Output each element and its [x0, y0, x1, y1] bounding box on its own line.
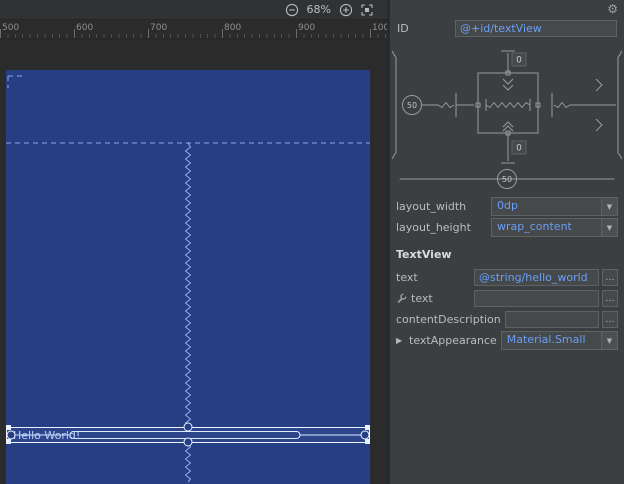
chevron-down-icon[interactable]: ▼	[601, 198, 617, 215]
constraint-widget[interactable]: 50 0 0 50	[390, 41, 624, 193]
content-description-input[interactable]	[504, 311, 599, 328]
zoom-level: 68%	[306, 3, 331, 16]
zoom-to-fit-button[interactable]	[361, 3, 373, 16]
widget-box	[477, 72, 539, 134]
bottom-constraint-spring	[184, 442, 192, 483]
layout-editor-window: 68% 500 600 700 800 900 100 Hello World!…	[0, 0, 624, 484]
id-label: ID	[397, 21, 409, 35]
left-spring	[437, 101, 455, 109]
ruler-tick-label: 800	[224, 23, 242, 33]
design-canvas[interactable]: Hello World!	[0, 40, 387, 484]
zoom-to-fit-icon	[361, 3, 373, 16]
text-attribute-input[interactable]	[474, 269, 599, 286]
right-chevron	[595, 78, 603, 92]
layout-width-combo[interactable]: 0dp ▼	[491, 197, 618, 216]
bottom-anchor[interactable]	[183, 437, 193, 447]
design-surface-pane: 68% 500 600 700 800 900 100 Hello World!	[0, 0, 389, 484]
content-description-row: contentDescription …	[390, 309, 624, 330]
layout-width-value: 0dp	[497, 199, 518, 212]
design-text-attribute-input[interactable]	[474, 290, 599, 307]
design-text-attribute-label: text	[411, 292, 433, 305]
canvas-toolbar: 68%	[0, 0, 387, 20]
resize-handle[interactable]	[365, 425, 370, 430]
circle-minus-icon	[285, 3, 298, 16]
wrap-content-chevron	[502, 78, 514, 85]
layout-height-combo[interactable]: wrap_content ▼	[491, 218, 618, 237]
content-description-label: contentDescription	[396, 313, 501, 326]
circle-plus-icon	[339, 3, 353, 16]
id-row: ID	[390, 18, 624, 38]
resize-handle[interactable]	[6, 425, 11, 430]
expander-icon[interactable]: ▶	[396, 336, 405, 345]
content-description-more-button[interactable]: …	[602, 311, 618, 328]
ruler-tick-label: 500	[2, 23, 20, 33]
horizontal-ruler: 500 600 700 800 900 100	[0, 20, 389, 39]
widget-text: Hello World!	[13, 429, 80, 442]
wrench-icon	[397, 293, 407, 304]
match-constraint-spring	[485, 101, 531, 109]
top-constraint-spring	[184, 142, 192, 427]
left-anchor[interactable]	[6, 430, 16, 440]
zoom-out-button[interactable]	[285, 3, 299, 17]
design-text-attribute-row: text …	[390, 288, 624, 309]
ruler-tick-label: 900	[298, 23, 316, 33]
text-attribute-label: text	[396, 271, 418, 284]
blueprint-view[interactable]: Hello World!	[6, 70, 370, 484]
text-appearance-label: textAppearance	[409, 334, 497, 347]
wrap-content-chevron	[502, 84, 514, 91]
text-appearance-value: Material.Small	[506, 333, 586, 346]
vertical-bias-value: 50	[407, 101, 417, 110]
section-title: TextView	[396, 248, 452, 261]
right-spring	[553, 101, 571, 109]
layout-width-row: layout_width 0dp ▼	[390, 196, 624, 217]
right-anchor[interactable]	[360, 430, 370, 440]
resize-handle[interactable]	[365, 439, 370, 444]
ruler-tick-label: 600	[76, 23, 94, 33]
chevron-down-icon[interactable]: ▼	[601, 332, 617, 349]
design-text-more-button[interactable]: …	[602, 290, 618, 307]
top-margin-value: 0	[516, 56, 522, 66]
layout-height-label: layout_height	[396, 221, 471, 234]
chevron-down-icon[interactable]: ▼	[601, 219, 617, 236]
layout-width-label: layout_width	[396, 200, 467, 213]
layout-height-row: layout_height wrap_content ▼	[390, 217, 624, 238]
attributes-panel: ⚙ ID 50	[387, 0, 624, 484]
top-anchor[interactable]	[183, 422, 193, 432]
text-more-button[interactable]: …	[602, 269, 618, 286]
wrap-content-chevron	[502, 125, 514, 132]
id-input[interactable]	[455, 19, 617, 37]
text-appearance-row: ▶ textAppearance Material.Small ▼	[390, 330, 624, 351]
text-attribute-row: text …	[390, 267, 624, 288]
gear-icon[interactable]: ⚙	[607, 1, 618, 17]
horizontal-bias-value: 50	[502, 175, 512, 184]
panel-header: ⚙	[390, 0, 624, 18]
zoom-in-button[interactable]	[339, 3, 353, 17]
layout-height-value: wrap_content	[497, 220, 572, 233]
ruler-minor-ticks	[0, 34, 387, 38]
bottom-margin-value: 0	[516, 144, 522, 154]
right-chevron	[595, 118, 603, 132]
ruler-tick-label: 700	[150, 23, 168, 33]
constraint-widget-area: 50 0 0 50	[390, 38, 624, 196]
text-appearance-combo[interactable]: Material.Small ▼	[500, 331, 618, 350]
resize-handle[interactable]	[6, 439, 11, 444]
